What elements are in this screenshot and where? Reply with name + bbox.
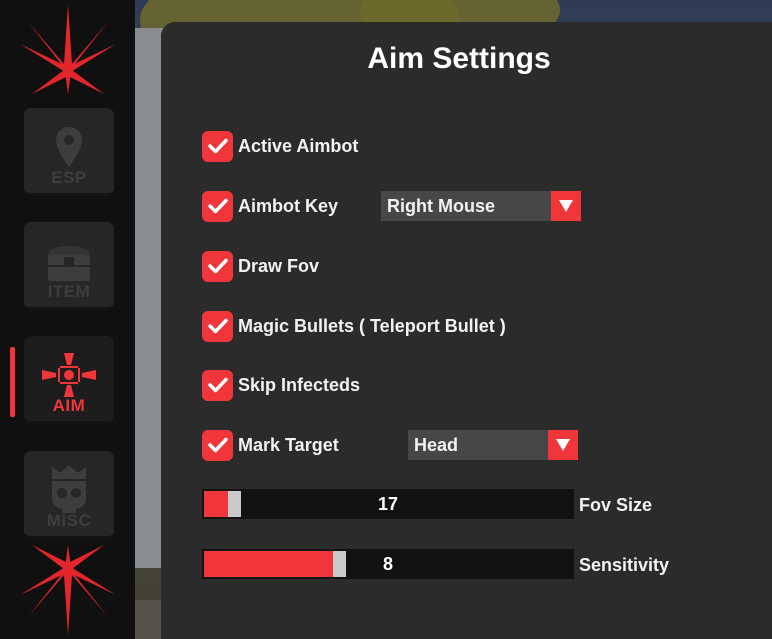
checkmark-icon — [207, 377, 228, 393]
crosshair-icon — [42, 353, 96, 397]
option-mark-target: Mark Target — [202, 429, 339, 461]
active-aimbot-checkbox[interactable] — [202, 130, 233, 162]
option-skip-infecteds: Skip Infecteds — [202, 369, 360, 401]
sidebar-item-misc[interactable]: MISC — [24, 451, 114, 539]
active-indicator — [10, 347, 15, 417]
magic-bullets-checkbox[interactable] — [202, 310, 233, 342]
dropdown-value: Head — [414, 434, 459, 455]
slider-fill — [204, 491, 228, 517]
skip-infecteds-checkbox[interactable] — [202, 369, 233, 401]
option-magic-bullets: Magic Bullets ( Teleport Bullet ) — [202, 310, 506, 342]
aimbot-key-dropdown[interactable]: Right Mouse — [381, 191, 581, 221]
sidebar-item-aim[interactable]: AIM — [24, 336, 114, 424]
fov-size-slider[interactable]: 17 — [202, 489, 574, 519]
draw-fov-checkbox[interactable] — [202, 250, 233, 282]
chevron-down-icon — [548, 430, 578, 460]
mark-target-checkbox[interactable] — [202, 429, 233, 461]
option-label: Mark Target — [238, 434, 339, 455]
spike-emblem-bottom-icon — [20, 545, 116, 635]
sensitivity-label: Sensitivity — [579, 555, 670, 575]
page-title: Aim Settings — [367, 42, 551, 75]
dropdown-value: Right Mouse — [387, 195, 495, 216]
sidebar-item-item[interactable]: ITEM — [24, 222, 114, 310]
sidebar: ESP ITEM AIM MISC — [0, 0, 135, 639]
checkmark-icon — [207, 198, 228, 214]
option-label: Active Aimbot — [238, 135, 359, 156]
checkmark-icon — [207, 318, 228, 334]
fov-size-label: Fov Size — [579, 495, 653, 515]
spike-emblem-top-icon — [20, 4, 116, 94]
option-draw-fov: Draw Fov — [202, 250, 319, 282]
option-label: Magic Bullets ( Teleport Bullet ) — [238, 315, 506, 336]
aimbot-key-checkbox[interactable] — [202, 190, 233, 222]
chevron-down-icon — [551, 191, 581, 221]
checkmark-icon — [207, 437, 228, 453]
slider-value: 17 — [377, 494, 399, 514]
option-active-aimbot: Active Aimbot — [202, 130, 358, 162]
slider-handle[interactable] — [228, 491, 241, 517]
sensitivity-slider[interactable]: 8 — [202, 549, 574, 579]
option-aimbot-key: Aimbot Key — [202, 190, 338, 222]
skull-crown-icon — [52, 465, 86, 513]
slider-fill — [204, 551, 333, 577]
option-label: Skip Infecteds — [238, 374, 361, 395]
checkmark-icon — [207, 138, 228, 154]
mark-target-dropdown[interactable]: Head — [408, 430, 578, 460]
option-label: Draw Fov — [238, 255, 320, 276]
map-pin-icon — [56, 127, 82, 167]
sidebar-item-esp[interactable]: ESP — [24, 108, 114, 196]
checkmark-icon — [207, 258, 228, 274]
aim-settings-panel: Aim Settings Active Aimbot Aimbot Key Ri… — [161, 22, 772, 639]
slider-handle[interactable] — [333, 551, 346, 577]
option-label: Aimbot Key — [238, 195, 339, 216]
treasure-chest-icon — [48, 246, 90, 281]
